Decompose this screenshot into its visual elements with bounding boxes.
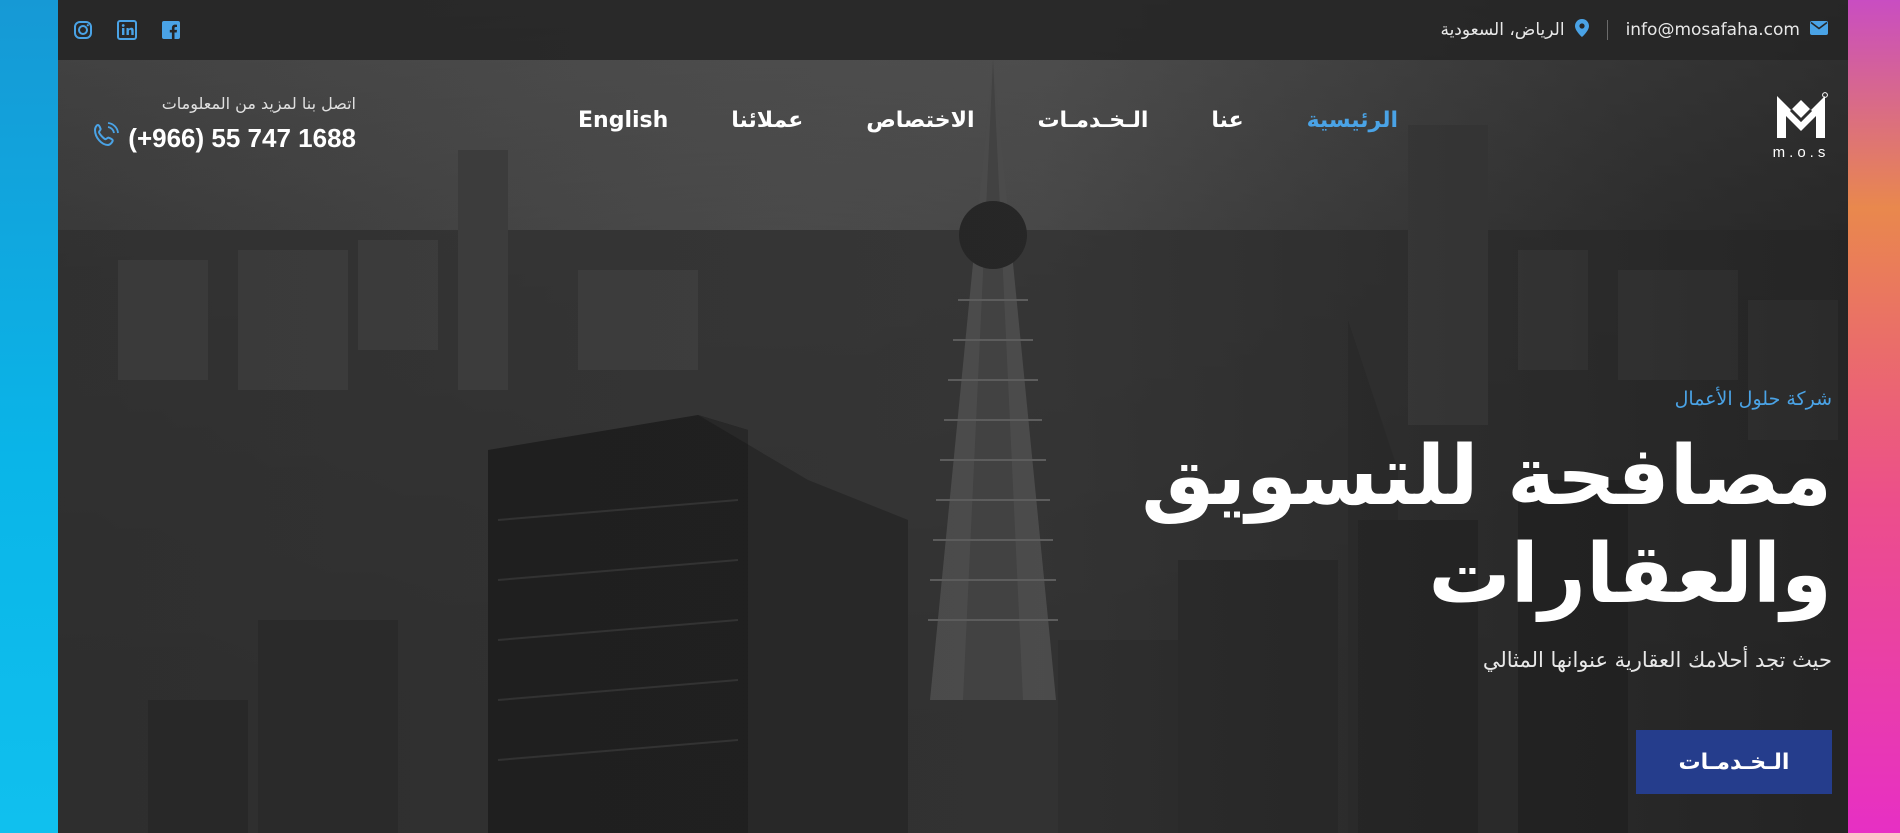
phone-number[interactable]: (+966) 55 747 1688 xyxy=(128,123,356,154)
left-frame-border xyxy=(0,0,58,833)
hero-headline-line-1: مصافحة للتسويق xyxy=(1141,429,1832,524)
top-bar: الرياض، السعودية info@mosafaha.com xyxy=(58,0,1848,60)
hero-subheading: حيث تجد أحلامك العقارية عنوانها المثالي xyxy=(1482,648,1832,672)
social-links xyxy=(72,19,182,41)
location-text: الرياض، السعودية xyxy=(1440,20,1565,40)
instagram-icon[interactable] xyxy=(72,19,94,41)
phone-row[interactable]: (+966) 55 747 1688 xyxy=(86,121,356,155)
main-header: اتصل بنا لمزيد من المعلومات (+966) 55 74… xyxy=(58,60,1848,190)
call-block: اتصل بنا لمزيد من المعلومات (+966) 55 74… xyxy=(86,94,356,155)
nav-item-services[interactable]: الـخـدمـات xyxy=(1037,108,1148,133)
nav-item-about[interactable]: عنا xyxy=(1211,108,1243,133)
services-cta-button[interactable]: الـخـدمـات xyxy=(1636,730,1832,794)
envelope-icon xyxy=(1810,20,1828,40)
email-item[interactable]: info@mosafaha.com xyxy=(1626,20,1828,40)
nav-item-specialization[interactable]: الاختصاص xyxy=(866,108,974,133)
email-link[interactable]: info@mosafaha.com xyxy=(1626,20,1800,40)
site-logo[interactable]: m.o.s xyxy=(1770,90,1832,170)
top-contact-info: الرياض، السعودية info@mosafaha.com xyxy=(1440,18,1828,42)
logo-text: m.o.s xyxy=(1772,144,1830,161)
divider xyxy=(1606,20,1608,40)
linkedin-icon[interactable] xyxy=(116,19,138,41)
map-pin-icon xyxy=(1574,18,1589,42)
nav-item-clients[interactable]: عملائنا xyxy=(731,108,803,133)
call-label: اتصل بنا لمزيد من المعلومات xyxy=(161,94,356,113)
hero-content: شركة حلول الأعمال مصافحة للتسويق والعقار… xyxy=(1072,388,1832,672)
nav-item-home[interactable]: الرئيسية xyxy=(1307,108,1398,133)
facebook-icon[interactable] xyxy=(160,19,182,41)
website-viewport: الرياض، السعودية info@mosafaha.com اتصل … xyxy=(58,0,1848,833)
location-item: الرياض، السعودية xyxy=(1440,18,1589,42)
main-nav: الرئيسية عنا الـخـدمـات الاختصاص عملائنا… xyxy=(578,108,1398,133)
logo-mark-icon xyxy=(1777,92,1828,138)
hero-eyebrow: شركة حلول الأعمال xyxy=(1674,388,1832,410)
nav-item-english[interactable]: English xyxy=(578,108,668,133)
hero-headline-line-2: والعقارات xyxy=(1428,527,1832,622)
hero-headline: مصافحة للتسويق والعقارات xyxy=(1072,428,1832,624)
right-frame-border xyxy=(1848,0,1900,833)
phone-icon xyxy=(90,121,120,155)
